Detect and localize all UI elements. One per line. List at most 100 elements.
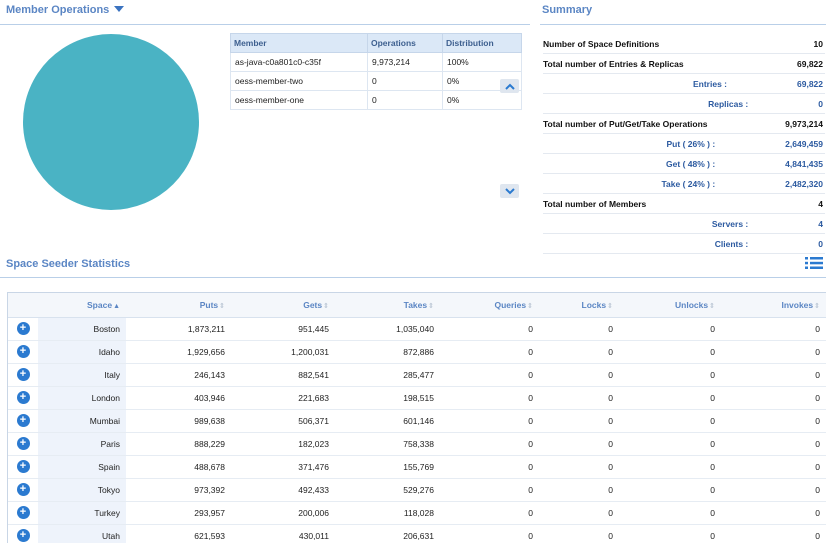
locks-cell: 0 (539, 386, 619, 410)
space-cell: Idaho (38, 340, 126, 364)
plus-circle-icon[interactable]: + (16, 322, 30, 335)
plus-circle-icon[interactable]: + (16, 391, 30, 404)
distribution-cell: 0% (442, 90, 522, 110)
column-header-takes[interactable]: Takes⇕ (335, 293, 440, 318)
takes-cell: 198,515 (335, 386, 440, 410)
takes-cell: 118,028 (335, 501, 440, 525)
column-header-invokes[interactable]: Invokes⇕ (721, 293, 826, 318)
queries-cell: 0 (440, 317, 539, 341)
invokes-cell: 0 (721, 317, 826, 341)
locks-cell: 0 (539, 455, 619, 479)
chevron-up-icon (504, 83, 515, 90)
unlocks-cell: 0 (619, 501, 721, 525)
member-cell: as-java-c0a801c0-c35f (230, 52, 368, 72)
column-header-unlocks[interactable]: Unlocks⇕ (619, 293, 721, 318)
puts-cell: 246,143 (126, 363, 231, 387)
sort-icon: ⇕ (219, 302, 225, 310)
plus-circle-icon[interactable]: + (16, 460, 30, 473)
queries-cell: 0 (440, 409, 539, 433)
scroll-down-button[interactable] (500, 184, 519, 198)
table-row[interactable]: + Mumbai 989,638 506,371 601,146 0 0 0 0 (8, 409, 826, 433)
locks-cell: 0 (539, 409, 619, 433)
unlocks-cell: 0 (619, 432, 721, 456)
invokes-cell: 0 (721, 386, 826, 410)
seeder-title: Space Seeder Statistics (6, 258, 131, 270)
unlocks-cell: 0 (619, 386, 721, 410)
locks-cell: 0 (539, 340, 619, 364)
plus-circle-icon[interactable]: + (16, 437, 30, 450)
table-row[interactable]: + Boston 1,873,211 951,445 1,035,040 0 0 0 0 (8, 317, 826, 341)
column-header-space[interactable]: Space▲ (38, 293, 126, 318)
table-row[interactable]: + London 403,946 221,683 198,515 0 0 0 0 (8, 386, 826, 410)
space-cell: London (38, 386, 126, 410)
puts-cell: 403,946 (126, 386, 231, 410)
plus-circle-icon[interactable]: + (16, 345, 30, 358)
table-row[interactable]: oess-member-one 0 0% (230, 90, 522, 110)
gets-cell: 882,541 (231, 363, 335, 387)
list-icon[interactable] (805, 256, 823, 270)
expand-cell: + (8, 501, 38, 525)
column-header-distribution[interactable]: Distribution (442, 33, 522, 53)
expand-cell: + (8, 432, 38, 456)
plus-circle-icon[interactable]: + (16, 506, 30, 519)
table-row[interactable]: + Idaho 1,929,656 1,200,031 872,886 0 0 0 0 (8, 340, 826, 364)
table-row[interactable]: + Utah 621,593 430,011 206,631 0 0 0 0 (8, 524, 826, 543)
locks-cell: 0 (539, 524, 619, 543)
seeder-divider (0, 277, 826, 278)
column-header-member[interactable]: Member (230, 33, 368, 53)
takes-cell: 758,338 (335, 432, 440, 456)
column-header-queries[interactable]: Queries⇕ (440, 293, 539, 318)
summary-row-get: Get ( 48% ) :4,841,435 (543, 154, 825, 174)
takes-cell: 1,035,040 (335, 317, 440, 341)
space-cell: Paris (38, 432, 126, 456)
space-cell: Utah (38, 524, 126, 543)
unlocks-cell: 0 (619, 409, 721, 433)
sort-icon: ⇕ (607, 302, 613, 310)
table-header-row: Member Operations Distribution (230, 33, 522, 53)
operations-cell: 9,973,214 (367, 52, 443, 72)
member-distribution-pie (23, 34, 199, 210)
column-header-puts[interactable]: Puts⇕ (126, 293, 231, 318)
summary-row-entries-replicas: Total number of Entries & Replicas 69,822 (543, 54, 825, 74)
column-header-operations[interactable]: Operations (367, 33, 443, 53)
takes-cell: 285,477 (335, 363, 440, 387)
table-row[interactable]: oess-member-two 0 0% (230, 71, 522, 91)
puts-cell: 621,593 (126, 524, 231, 543)
column-header-locks[interactable]: Locks⇕ (539, 293, 619, 318)
member-cell: oess-member-two (230, 71, 368, 91)
expand-cell: + (8, 409, 38, 433)
scroll-up-button[interactable] (500, 79, 519, 93)
sort-ascending-icon: ▲ (113, 302, 120, 310)
expand-cell: + (8, 455, 38, 479)
expand-cell: + (8, 317, 38, 341)
member-operations-title[interactable]: Member Operations (6, 4, 125, 16)
plus-circle-icon[interactable]: + (16, 529, 30, 542)
summary-row-operations: Total number of Put/Get/Take Operations 9… (543, 114, 825, 134)
table-row[interactable]: + Tokyo 973,392 492,433 529,276 0 0 0 0 (8, 478, 826, 502)
table-row[interactable]: + Spain 488,678 371,476 155,769 0 0 0 0 (8, 455, 826, 479)
gets-cell: 200,006 (231, 501, 335, 525)
unlocks-cell: 0 (619, 455, 721, 479)
summary-title: Summary (542, 4, 593, 16)
column-header-gets[interactable]: Gets⇕ (231, 293, 335, 318)
pie-slice-as-java-c0a801c0-c35f[interactable] (23, 34, 199, 210)
gets-cell: 371,476 (231, 455, 335, 479)
plus-circle-icon[interactable]: + (16, 414, 30, 427)
table-row[interactable]: + Turkey 293,957 200,006 118,028 0 0 0 0 (8, 501, 826, 525)
invokes-cell: 0 (721, 432, 826, 456)
table-row[interactable]: + Italy 246,143 882,541 285,477 0 0 0 0 (8, 363, 826, 387)
invokes-cell: 0 (721, 524, 826, 543)
operations-cell: 0 (367, 71, 443, 91)
summary-row-servers: Servers :4 (543, 214, 825, 234)
seeder-statistics-table: Space▲ Puts⇕ Gets⇕ Takes⇕ Queries⇕ Locks… (8, 293, 826, 543)
caret-down-icon[interactable] (114, 6, 125, 12)
puts-cell: 293,957 (126, 501, 231, 525)
plus-circle-icon[interactable]: + (16, 368, 30, 381)
table-row[interactable]: as-java-c0a801c0-c35f 9,973,214 100% (230, 52, 522, 72)
plus-circle-icon[interactable]: + (16, 483, 30, 496)
summary-row-replicas: Replicas :0 (543, 94, 825, 114)
sort-icon: ⇕ (814, 302, 820, 310)
table-row[interactable]: + Paris 888,229 182,023 758,338 0 0 0 0 (8, 432, 826, 456)
sort-icon: ⇕ (323, 302, 329, 310)
puts-cell: 1,929,656 (126, 340, 231, 364)
